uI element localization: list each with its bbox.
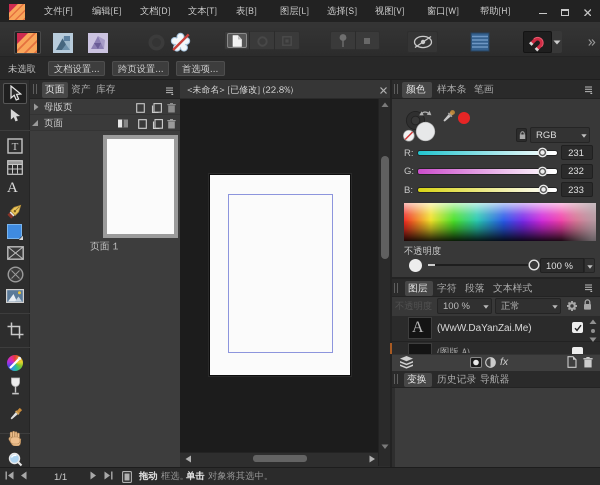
svg-text:T: T (12, 141, 19, 153)
